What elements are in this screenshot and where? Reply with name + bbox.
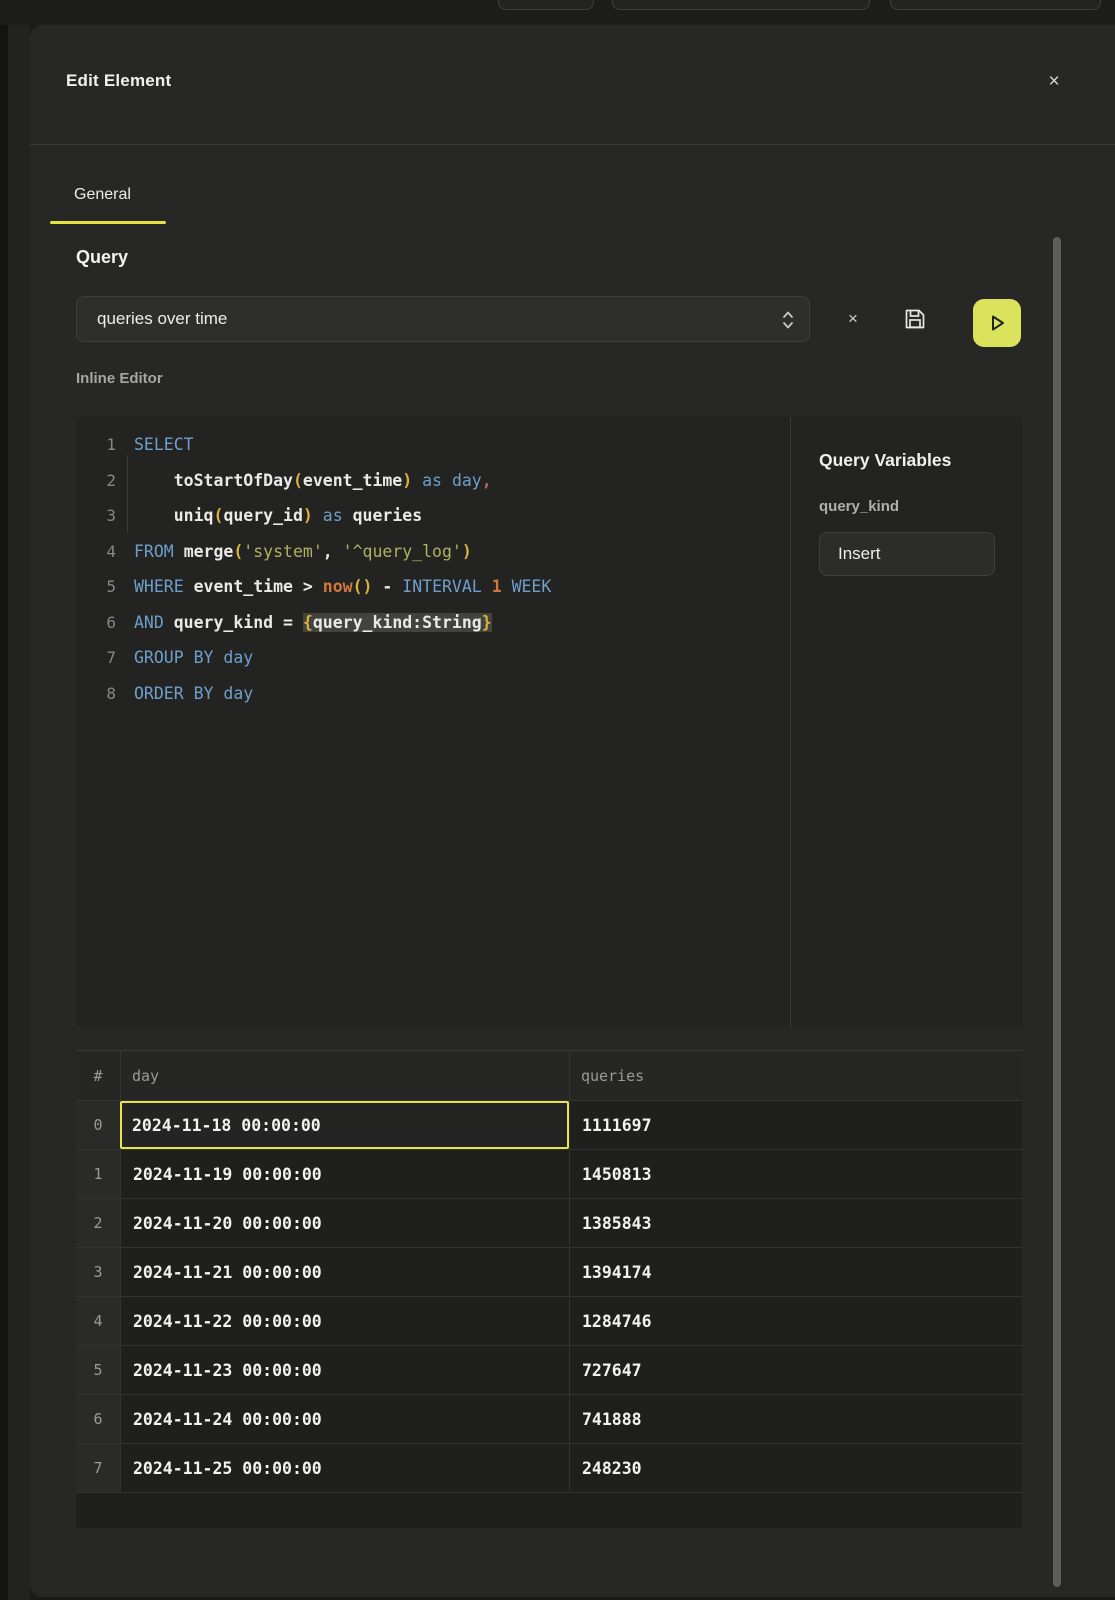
- query-section-heading: Query: [76, 247, 128, 268]
- table-row: 22024-11-20 00:00:001385843: [76, 1199, 1022, 1248]
- code-text: GROUP BY day: [116, 648, 253, 667]
- code-text: toStartOfDay(event_time) as day,: [116, 471, 492, 490]
- day-cell-selected[interactable]: 2024-11-18 00:00:00: [120, 1101, 569, 1149]
- save-icon[interactable]: [902, 306, 928, 332]
- row-index-cell: 2: [76, 1199, 120, 1247]
- line-number: 1: [76, 435, 116, 454]
- day-cell[interactable]: 2024-11-21 00:00:00: [120, 1248, 569, 1296]
- queries-cell[interactable]: 1394174: [569, 1248, 1022, 1296]
- close-icon[interactable]: ×: [1041, 69, 1067, 95]
- day-cell[interactable]: 2024-11-22 00:00:00: [120, 1297, 569, 1345]
- code-line[interactable]: 7GROUP BY day: [76, 640, 790, 676]
- code-text: AND query_kind = {query_kind:String}: [116, 613, 492, 632]
- play-icon: [987, 313, 1007, 333]
- modal-header: Edit Element ×: [30, 25, 1115, 145]
- table-row: 32024-11-21 00:00:001394174: [76, 1248, 1022, 1297]
- page-background: [8, 25, 30, 1600]
- results-table-body: 02024-11-18 00:00:00111169712024-11-19 0…: [76, 1101, 1022, 1493]
- tab-active-indicator: [50, 221, 166, 224]
- row-index-cell: 1: [76, 1150, 120, 1198]
- queries-cell[interactable]: 1385843: [569, 1199, 1022, 1247]
- background-toolbar-button: [890, 0, 1101, 10]
- run-query-button[interactable]: [973, 299, 1021, 347]
- row-index-cell: 7: [76, 1444, 120, 1492]
- background-toolbar-button: [498, 0, 594, 10]
- results-table: # day queries 02024-11-18 00:00:00111169…: [76, 1050, 1022, 1528]
- page-edge: [0, 25, 8, 1600]
- screen: Edit Element × General Query queries ove…: [0, 0, 1115, 1600]
- queries-cell[interactable]: 727647: [569, 1346, 1022, 1394]
- table-row: 12024-11-19 00:00:001450813: [76, 1150, 1022, 1199]
- row-index-cell: 0: [76, 1101, 120, 1149]
- column-header-index: #: [76, 1051, 120, 1100]
- background-toolbar: [0, 0, 1115, 25]
- code-text: SELECT: [116, 435, 194, 454]
- table-row: 42024-11-22 00:00:001284746: [76, 1297, 1022, 1346]
- table-row: 72024-11-25 00:00:00248230: [76, 1444, 1022, 1493]
- queries-cell[interactable]: 1450813: [569, 1150, 1022, 1198]
- table-row: 52024-11-23 00:00:00727647: [76, 1346, 1022, 1395]
- column-header-queries: queries: [569, 1051, 1022, 1100]
- table-row: 02024-11-18 00:00:001111697: [76, 1101, 1022, 1150]
- code-line[interactable]: 1SELECT: [76, 427, 790, 463]
- code-text: WHERE event_time > now() - INTERVAL 1 WE…: [116, 577, 551, 596]
- sql-code-area[interactable]: 1SELECT2 toStartOfDay(event_time) as day…: [76, 417, 790, 1026]
- line-number: 5: [76, 577, 116, 596]
- chevron-updown-icon: [781, 308, 795, 330]
- line-number: 2: [76, 471, 116, 490]
- line-number: 6: [76, 613, 116, 632]
- queries-cell[interactable]: 1111697: [569, 1101, 1022, 1149]
- code-line[interactable]: 6AND query_kind = {query_kind:String}: [76, 605, 790, 641]
- results-table-header: # day queries: [76, 1051, 1022, 1101]
- day-cell[interactable]: 2024-11-20 00:00:00: [120, 1199, 569, 1247]
- code-line[interactable]: 4FROM merge('system', '^query_log'): [76, 534, 790, 570]
- row-index-cell: 3: [76, 1248, 120, 1296]
- code-line[interactable]: 2 toStartOfDay(event_time) as day,: [76, 463, 790, 499]
- insert-button-label: Insert: [838, 544, 881, 564]
- code-line[interactable]: 3 uniq(query_id) as queries: [76, 498, 790, 534]
- day-cell[interactable]: 2024-11-23 00:00:00: [120, 1346, 569, 1394]
- day-cell[interactable]: 2024-11-24 00:00:00: [120, 1395, 569, 1443]
- query-select[interactable]: queries over time: [76, 296, 810, 342]
- variable-name-label: query_kind: [819, 498, 996, 515]
- sql-editor: 1SELECT2 toStartOfDay(event_time) as day…: [76, 417, 1022, 1026]
- day-cell[interactable]: 2024-11-19 00:00:00: [120, 1150, 569, 1198]
- queries-cell[interactable]: 741888: [569, 1395, 1022, 1443]
- column-header-day: day: [120, 1051, 569, 1100]
- row-index-cell: 4: [76, 1297, 120, 1345]
- code-text: uniq(query_id) as queries: [116, 506, 422, 525]
- query-select-value: queries over time: [97, 309, 781, 329]
- day-cell[interactable]: 2024-11-25 00:00:00: [120, 1444, 569, 1492]
- background-toolbar-button: [612, 0, 870, 10]
- modal-scrollbar[interactable]: [1053, 237, 1061, 1587]
- line-number: 7: [76, 648, 116, 667]
- code-line[interactable]: 8ORDER BY day: [76, 676, 790, 712]
- code-line[interactable]: 5WHERE event_time > now() - INTERVAL 1 W…: [76, 569, 790, 605]
- row-index-cell: 6: [76, 1395, 120, 1443]
- edit-element-modal: Edit Element × General Query queries ove…: [30, 25, 1115, 1597]
- insert-variable-button[interactable]: Insert: [819, 532, 995, 576]
- tab-general-label: General: [74, 186, 131, 204]
- query-variables-heading: Query Variables: [819, 450, 996, 471]
- line-number: 8: [76, 684, 116, 703]
- line-number: 4: [76, 542, 116, 561]
- query-variables-panel: Query Variables query_kind Insert: [790, 417, 1022, 1026]
- row-index-cell: 5: [76, 1346, 120, 1394]
- table-row: 62024-11-24 00:00:00741888: [76, 1395, 1022, 1444]
- indent-guide: [127, 455, 128, 533]
- code-text: FROM merge('system', '^query_log'): [116, 542, 472, 561]
- code-text: ORDER BY day: [116, 684, 253, 703]
- queries-cell[interactable]: 248230: [569, 1444, 1022, 1492]
- line-number: 3: [76, 506, 116, 525]
- inline-editor-label: Inline Editor: [76, 370, 163, 387]
- modal-title: Edit Element: [66, 71, 171, 91]
- clear-query-icon[interactable]: ×: [842, 308, 864, 330]
- tab-general[interactable]: General: [50, 165, 155, 225]
- queries-cell[interactable]: 1284746: [569, 1297, 1022, 1345]
